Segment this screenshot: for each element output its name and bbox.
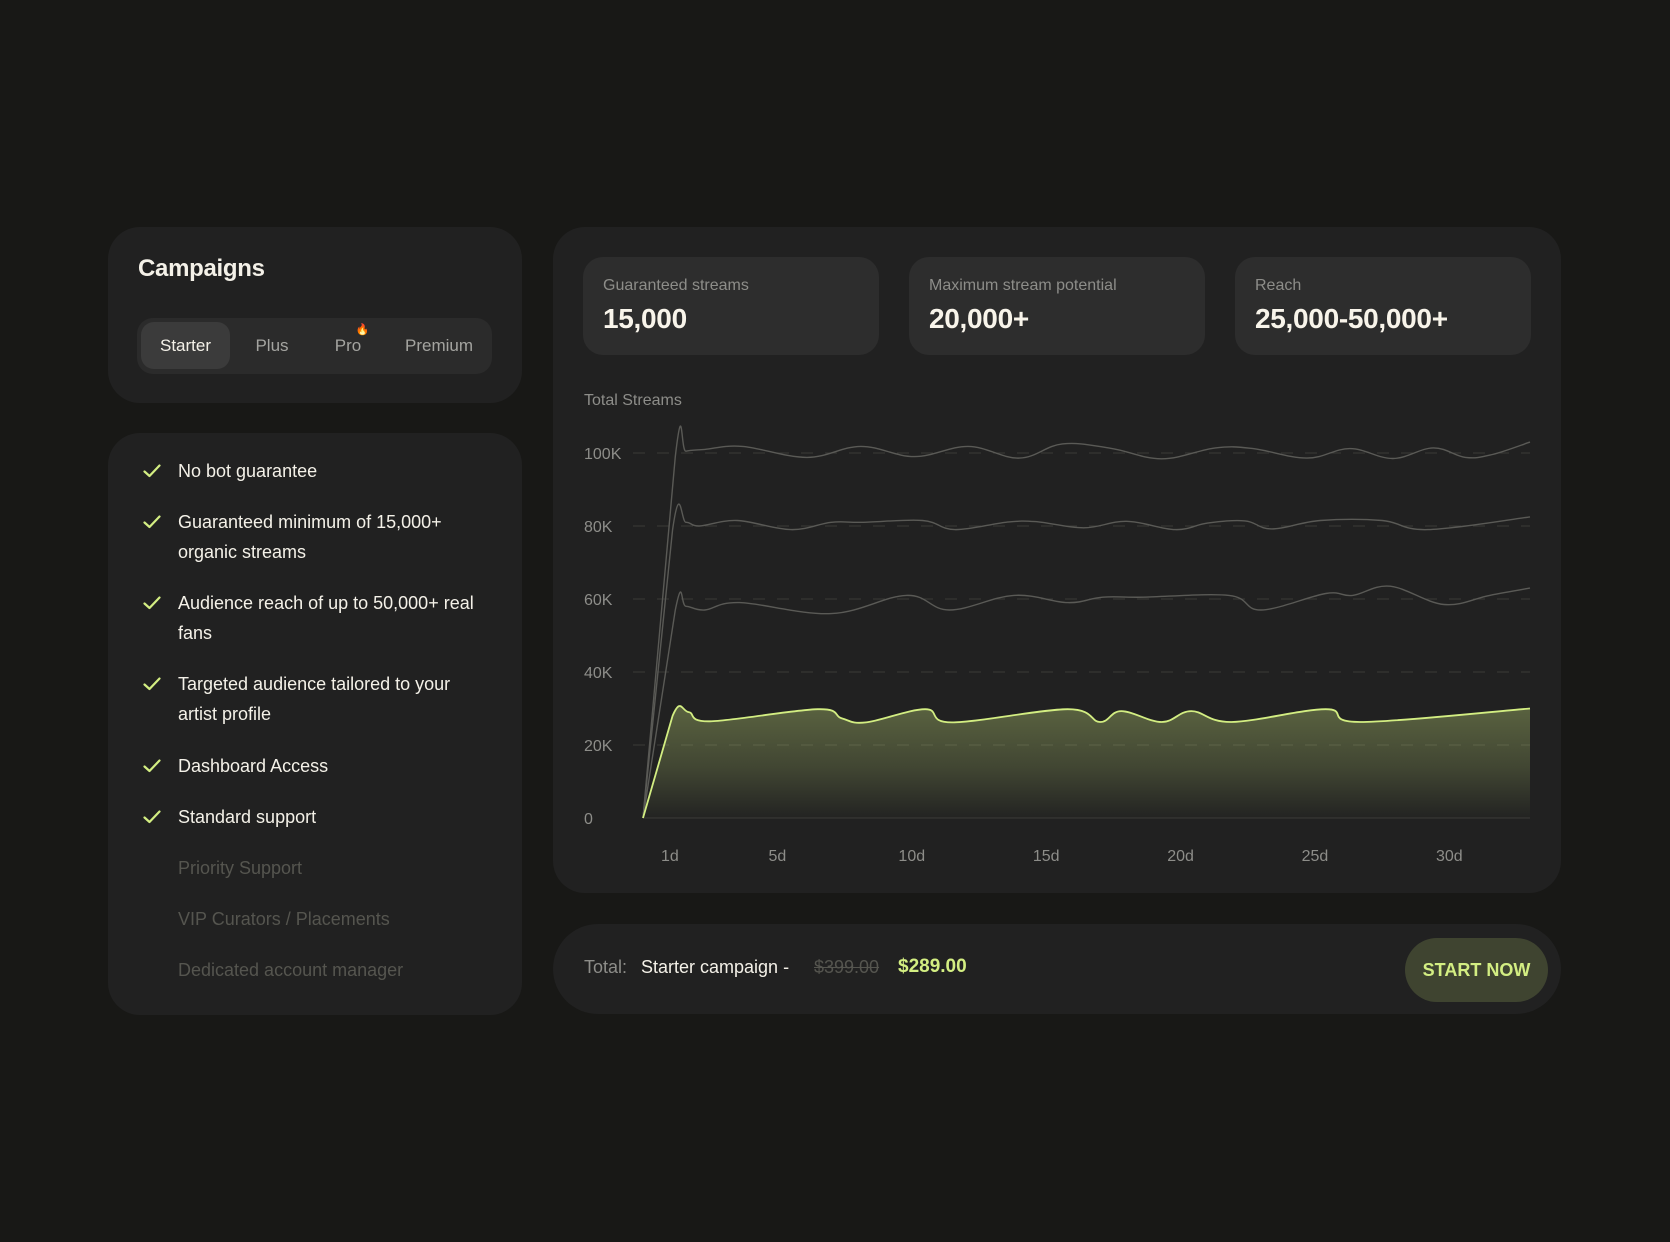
y-tick-label: 80K xyxy=(584,519,613,536)
tab-starter[interactable]: Starter xyxy=(141,322,230,369)
feature-label: Dashboard Access xyxy=(178,756,329,776)
x-tick-label: 15d xyxy=(1033,848,1060,865)
check-icon xyxy=(143,596,161,610)
x-tick-label: 25d xyxy=(1302,848,1329,865)
series-area-starter xyxy=(643,705,1530,818)
y-tick-label: 20K xyxy=(584,738,613,755)
feature-label: Targeted audience tailored to your artis… xyxy=(178,674,451,724)
tab-plus[interactable]: Plus xyxy=(237,322,307,369)
feature-label: No bot guarantee xyxy=(178,461,318,481)
campaigns-title: Campaigns xyxy=(138,255,265,282)
y-tick-label: 0 xyxy=(584,811,593,828)
tab-label: Plus xyxy=(255,336,289,355)
old-price: $399.00 xyxy=(814,957,880,977)
feature-label: VIP Curators / Placements xyxy=(178,909,390,929)
total-streams-chart: 0 20K 40K 60K 80K 100K 1d 5d 10d 15d 20d 25d 30d xyxy=(584,425,1531,865)
x-tick-label: 1d xyxy=(661,848,679,865)
campaign-name: Starter campaign - xyxy=(641,957,790,977)
total-label: Total: xyxy=(584,957,628,977)
x-tick-label: 30d xyxy=(1436,848,1463,865)
stats-chart-card: Guaranteed streams 15,000 Maximum stream… xyxy=(553,227,1561,893)
check-icon xyxy=(143,515,161,529)
check-icon xyxy=(143,759,161,773)
tab-label: Pro xyxy=(334,336,362,355)
tab-label: Starter xyxy=(159,336,212,355)
x-tick-label: 5d xyxy=(768,848,786,865)
check-icon xyxy=(143,810,161,824)
x-tick-label: 10d xyxy=(898,848,925,865)
feature-label: Audience reach of up to 50,000+ real fan… xyxy=(178,593,474,643)
tab-label: Premium xyxy=(404,336,473,355)
feature-label: Standard support xyxy=(178,807,317,827)
tab-premium[interactable]: Premium xyxy=(391,322,487,369)
y-tick-label: 60K xyxy=(584,592,613,609)
checkout-bar: Total: Starter campaign - $399.00 $289.0… xyxy=(553,924,1561,1014)
check-icon xyxy=(143,677,161,691)
fire-icon: 🔥 xyxy=(355,324,370,336)
tab-pro[interactable]: Pro 🔥 xyxy=(311,322,385,369)
start-now-button[interactable]: START NOW xyxy=(1405,938,1548,1002)
tier-tabs: Starter Plus Pro 🔥 Premium xyxy=(137,318,492,374)
features-card: No bot guarantee Guaranteed minimum of 15… xyxy=(108,433,522,1015)
feature-label: Guaranteed minimum of 15,000+ organic st… xyxy=(178,512,442,562)
feature-label: Priority Support xyxy=(178,858,303,878)
check-icon xyxy=(143,464,161,478)
y-tick-label: 40K xyxy=(584,665,613,682)
x-tick-label: 20d xyxy=(1167,848,1194,865)
new-price: $289.00 xyxy=(898,956,967,977)
campaigns-card: Campaigns Starter Plus Pro 🔥 Premium xyxy=(108,227,522,403)
feature-label: Dedicated account manager xyxy=(178,960,404,980)
y-tick-label: 100K xyxy=(584,446,622,463)
